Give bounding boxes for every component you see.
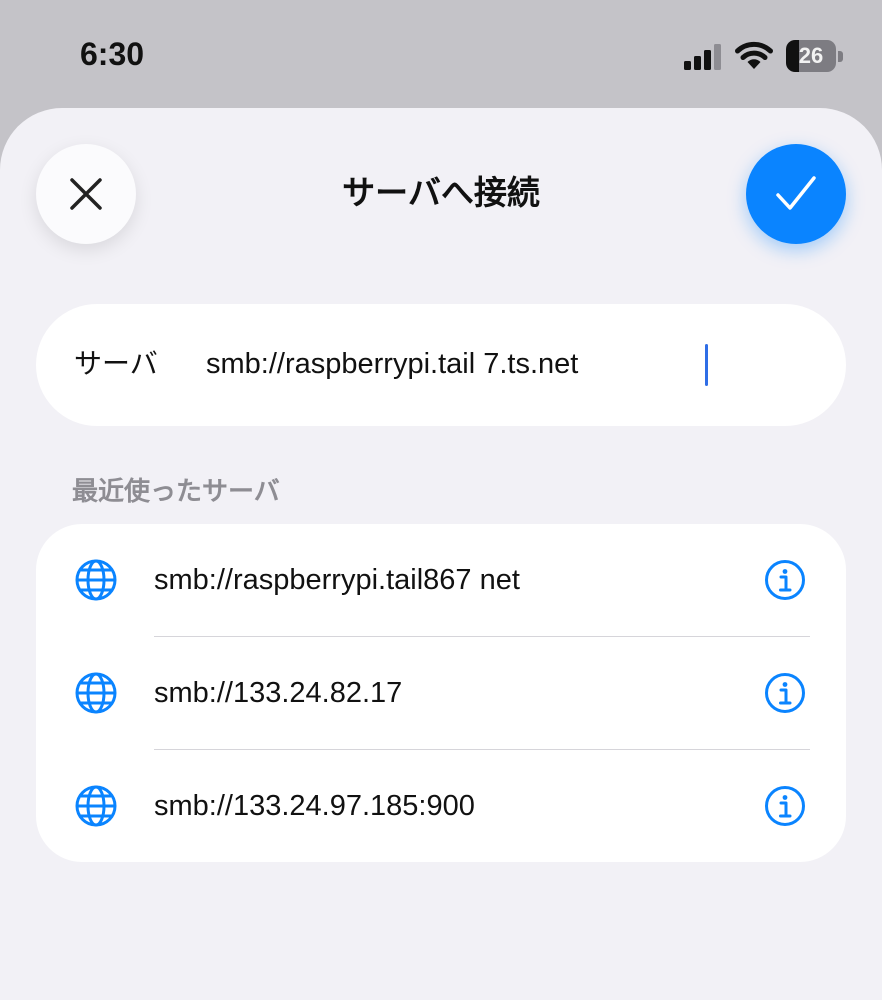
info-icon[interactable]	[764, 672, 806, 714]
globe-icon	[75, 672, 117, 714]
globe-icon	[75, 559, 117, 601]
server-address-input[interactable]: smb://raspberrypi.tail 7.ts.net	[206, 344, 578, 384]
recent-servers-list: smb://raspberrypi.tail867 net smb://133.…	[36, 524, 846, 862]
recent-server-address: smb://133.24.82.17	[154, 677, 403, 709]
status-bar: 6:30 26	[0, 0, 882, 110]
cellular-signal-icon	[684, 44, 721, 70]
info-icon[interactable]	[764, 559, 806, 601]
text-cursor	[705, 344, 708, 386]
info-icon[interactable]	[764, 785, 806, 827]
recent-servers-header: 最近使ったサーバ	[72, 477, 280, 507]
connect-confirm-button[interactable]	[746, 144, 846, 244]
status-time: 6:30	[80, 36, 145, 72]
recent-server-address: smb://raspberrypi.tail867 net	[154, 564, 520, 596]
connect-to-server-sheet: サーバへ接続 サーバ smb://raspberrypi.tail 7.ts.n…	[0, 108, 882, 1000]
server-address-field[interactable]: サーバ smb://raspberrypi.tail 7.ts.net	[36, 304, 846, 426]
recent-server-row[interactable]: smb://133.24.97.185:900	[36, 750, 846, 862]
globe-icon	[75, 785, 117, 827]
recent-server-row[interactable]: smb://raspberrypi.tail867 net	[36, 524, 846, 636]
checkmark-icon	[776, 176, 816, 210]
close-button[interactable]	[36, 144, 136, 244]
page-title: サーバへ接続	[342, 173, 540, 212]
close-icon	[70, 178, 102, 210]
battery-icon: 26	[786, 40, 844, 72]
recent-server-address: smb://133.24.97.185:900	[154, 790, 475, 822]
wifi-icon	[735, 42, 773, 69]
recent-server-row[interactable]: smb://133.24.82.17	[36, 637, 846, 749]
battery-percent: 26	[798, 43, 824, 68]
server-field-label: サーバ	[74, 347, 158, 380]
